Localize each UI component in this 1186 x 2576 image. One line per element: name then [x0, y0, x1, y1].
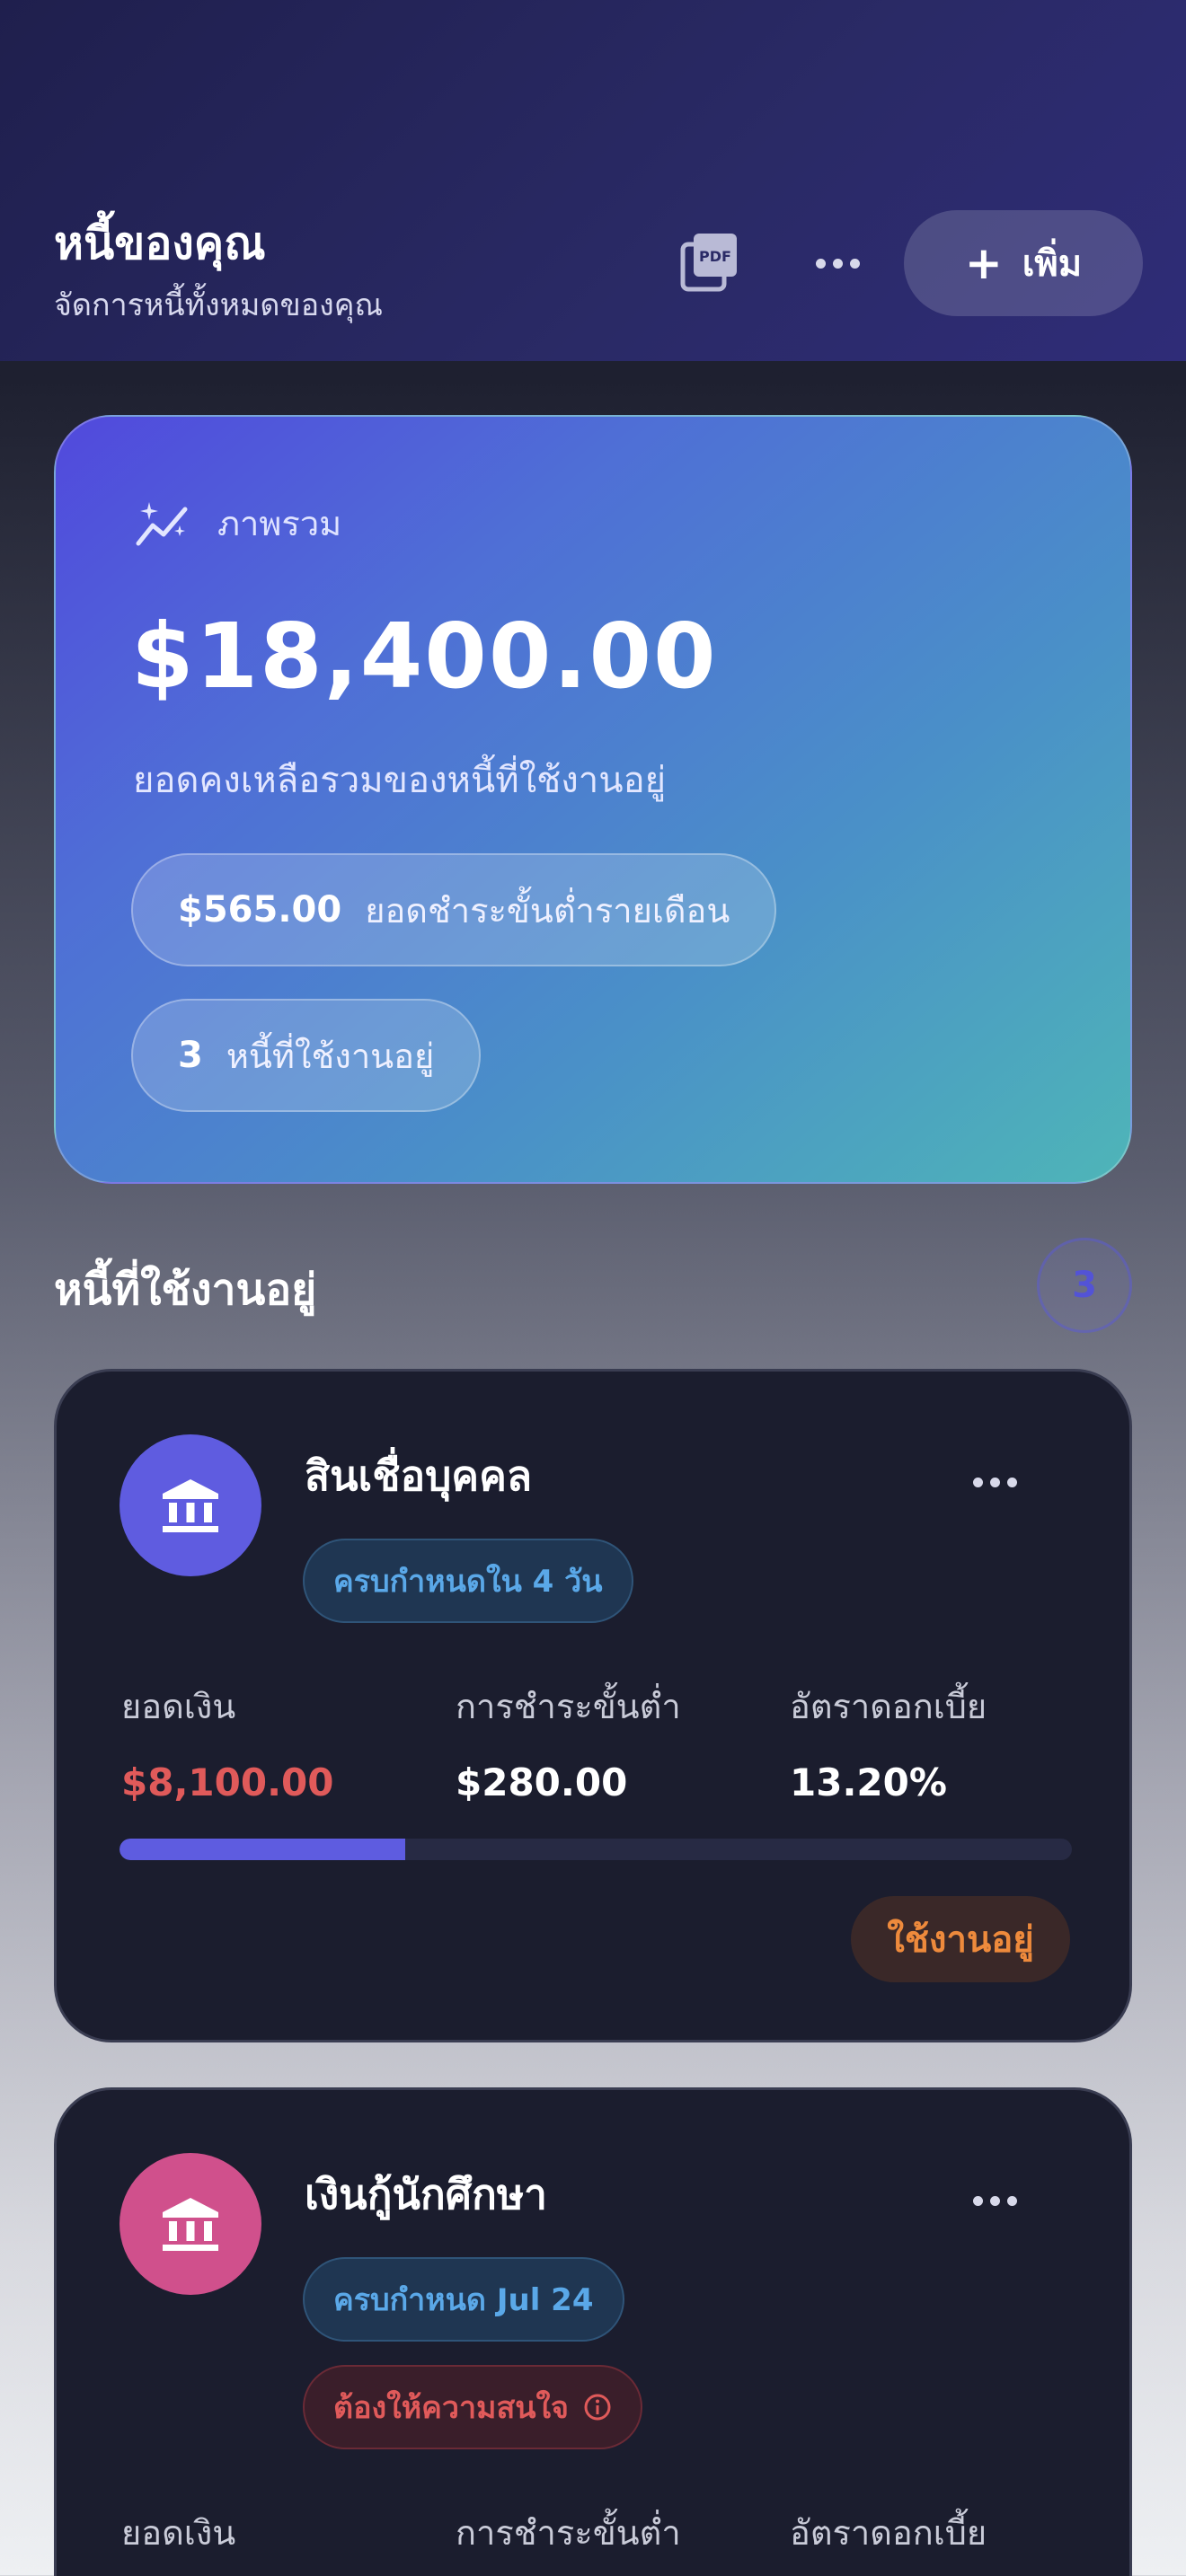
min-payment-stat: การชำระขั้นต่ำ $280.00 [456, 1679, 681, 1804]
total-balance: $18,400.00 [131, 604, 718, 709]
payoff-progress-fill [119, 1839, 405, 1860]
plus-icon: + [964, 237, 1003, 289]
payoff-progress-bar [119, 1839, 1072, 1860]
active-count-pill: 3 หนี้ที่ใช้งานอยู่ [131, 999, 482, 1112]
min-payment-stat-value: $280.00 [456, 1760, 628, 1804]
balance-label: ยอดเงิน [121, 2513, 236, 2553]
overview-label: ภาพรวม [217, 504, 342, 543]
min-payment-pill: $565.00 ยอดชำระขั้นต่ำรายเดือน [131, 853, 777, 966]
balance-stat: ยอดเงิน $8,100.00 [121, 1679, 333, 1804]
active-count-label: หนี้ที่ใช้งานอยู่ [226, 1036, 435, 1076]
debt-name: สินเชื่อบุคคล [305, 1451, 533, 1500]
min-payment-stat: การชำระขั้นต่ำ [456, 2505, 681, 2560]
debt-card[interactable]: เงินกู้นักศึกษา ครบกำหนด Jul 24 ต้องให้ค… [54, 2087, 1132, 2576]
bank-icon [163, 2198, 218, 2251]
total-balance-description: ยอดคงเหลือรวมของหนี้ที่ใช้งานอยู่ [133, 760, 667, 801]
pdf-export-button[interactable]: PDF [679, 232, 740, 293]
interest-rate-stat: อัตราดอกเบี้ย 13.20% [790, 1679, 987, 1804]
min-payment-value: $565.00 [178, 889, 342, 931]
more-options-button[interactable] [809, 241, 866, 286]
balance-label: ยอดเงิน [121, 1687, 236, 1726]
debt-avatar [119, 1434, 261, 1576]
min-payment-label: ยอดชำระขั้นต่ำรายเดือน [365, 890, 730, 931]
active-count-value: 3 [178, 1035, 203, 1076]
active-debts-title: หนี้ที่ใช้งานอยู่ [54, 1265, 317, 1315]
balance-value: $8,100.00 [121, 1760, 334, 1804]
attention-label: ต้องให้ความสนใจ [333, 2390, 569, 2426]
active-debts-count-badge: 3 [1037, 1238, 1132, 1333]
svg-text:PDF: PDF [699, 248, 731, 265]
attention-tag: ต้องให้ความสนใจ [303, 2365, 642, 2449]
status-badge: ใช้งานอยู่ [851, 1896, 1070, 1982]
due-date-tag: ครบกำหนดใน 4 วัน [303, 1539, 633, 1623]
debt-menu-button[interactable] [973, 2196, 1017, 2206]
more-horizontal-icon [973, 2196, 1017, 2206]
debt-avatar [119, 2153, 261, 2295]
interest-rate-value: 13.20% [790, 1760, 947, 1804]
debt-name: เงินกู้นักศึกษา [305, 2170, 547, 2219]
interest-rate-stat: อัตราดอกเบี้ย [790, 2505, 987, 2560]
page-subtitle: จัดการหนี้ทั้งหมดของคุณ [54, 287, 384, 323]
debt-menu-button[interactable] [973, 1478, 1017, 1487]
due-date-tag: ครบกำหนด Jul 24 [303, 2257, 624, 2342]
bank-icon [163, 1479, 218, 1532]
more-horizontal-icon [815, 258, 860, 269]
min-payment-stat-label: การชำระขั้นต่ำ [456, 1687, 681, 1726]
info-icon [584, 2394, 611, 2421]
overview-label-row: ภาพรวม [133, 496, 341, 551]
sparkle-chart-icon [136, 501, 188, 545]
add-button-label: เพิ่ม [1022, 243, 1083, 285]
min-payment-stat-label: การชำระขั้นต่ำ [456, 2513, 681, 2553]
overview-card: ภาพรวม $18,400.00 ยอดคงเหลือรวมของหนี้ที… [54, 415, 1132, 1184]
debt-card[interactable]: สินเชื่อบุคคล ครบกำหนดใน 4 วัน ยอดเงิน $… [54, 1369, 1132, 2042]
page-title: หนี้ของคุณ [54, 217, 266, 269]
more-horizontal-icon [973, 1478, 1017, 1487]
interest-rate-label: อัตราดอกเบี้ย [790, 1687, 987, 1726]
balance-stat: ยอดเงิน [121, 2505, 235, 2560]
pdf-document-icon: PDF [680, 234, 737, 292]
interest-rate-label: อัตราดอกเบี้ย [790, 2513, 987, 2553]
app-header: หนี้ของคุณ จัดการหนี้ทั้งหมดของคุณ PDF +… [0, 0, 1186, 361]
add-debt-button[interactable]: + เพิ่ม [904, 210, 1143, 316]
